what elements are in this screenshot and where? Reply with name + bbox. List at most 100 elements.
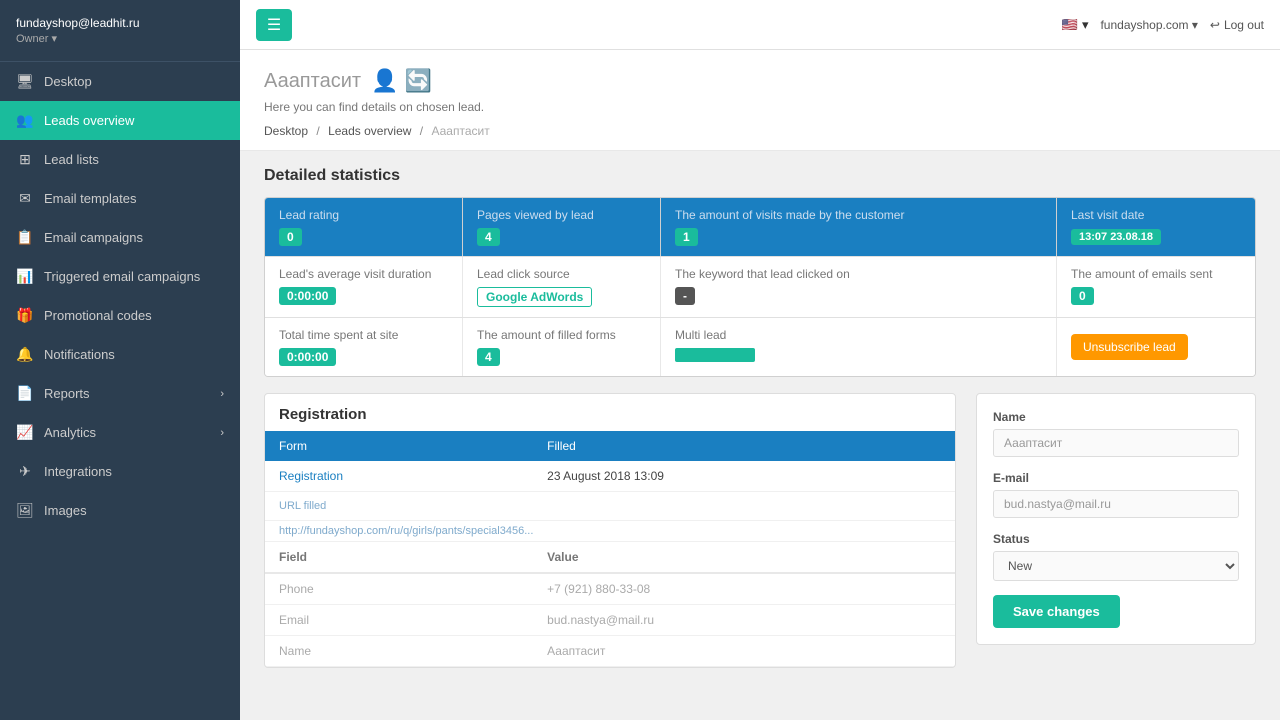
promo-codes-icon: 🎁 (16, 307, 34, 324)
sidebar-item-analytics[interactable]: 📈 Analytics › (0, 413, 240, 452)
breadcrumb-desktop[interactable]: Desktop (264, 124, 308, 138)
sidebar-item-leads-overview[interactable]: 👥 Leads overview (0, 101, 240, 140)
multi-lead-bar (675, 348, 755, 362)
email-input[interactable] (993, 490, 1239, 518)
menu-button[interactable]: ☰ (256, 9, 292, 41)
stats-label: Pages viewed by lead (477, 208, 646, 222)
field-value: Аааптасит (533, 636, 955, 667)
cell-label: Lead click source (477, 267, 646, 281)
breadcrumb-current: Аааптасит (431, 124, 489, 138)
reports-icon: 📄 (16, 385, 34, 402)
sidebar-item-label: Lead lists (44, 152, 224, 167)
topbar: ☰ 🇺🇸 ▾ fundayshop.com ▾ ↩ Log out (240, 0, 1280, 50)
flag-icon: 🇺🇸 (1062, 17, 1078, 33)
status-label: Status (993, 532, 1239, 546)
breadcrumb-sep1: / (316, 124, 319, 138)
refresh-icon[interactable]: 🔄 (404, 68, 431, 94)
email-templates-icon: ✉ (16, 190, 34, 207)
main-area: ☰ 🇺🇸 ▾ fundayshop.com ▾ ↩ Log out Ааапта… (240, 0, 1280, 720)
stats-cell-lead-rating: Lead rating 0 (265, 198, 463, 256)
domain-selector[interactable]: fundayshop.com ▾ (1100, 18, 1197, 32)
breadcrumb-sep2: / (420, 124, 423, 138)
field-col-header: Field (265, 542, 533, 574)
user-role[interactable]: Owner ▾ (16, 32, 224, 45)
breadcrumb-leads-overview[interactable]: Leads overview (328, 124, 411, 138)
stats-section: Detailed statistics Lead rating 0 Pages … (240, 151, 1280, 393)
reports-arrow: › (220, 388, 224, 400)
name-field-group: Name (993, 410, 1239, 457)
cell-label: Multi lead (675, 328, 1042, 342)
cell-label: The amount of emails sent (1071, 267, 1241, 281)
flag-arrow: ▾ (1082, 17, 1089, 33)
registration-title: Registration (265, 394, 955, 431)
stats-value-badge: 0:00:00 (279, 348, 336, 366)
stats-value-badge: 0 (1071, 287, 1094, 305)
sidebar-item-desktop[interactable]: 🖥 Desktop (0, 62, 240, 101)
cell-label: The amount of filled forms (477, 328, 646, 342)
sidebar-item-promotional-codes[interactable]: 🎁 Promotional codes (0, 296, 240, 335)
stats-value-badge: 4 (477, 348, 500, 366)
stats-cell-visits: The amount of visits made by the custome… (661, 198, 1057, 256)
desktop-icon: 🖥 (16, 73, 34, 90)
name-input[interactable] (993, 429, 1239, 457)
page-header-icons: 👤 🔄 (371, 68, 432, 94)
value-col-header: Value (533, 542, 955, 574)
sidebar-item-integrations[interactable]: ✈ Integrations (0, 452, 240, 491)
stats-cell-multi-lead: Multi lead (661, 318, 1057, 376)
language-selector[interactable]: 🇺🇸 ▾ (1062, 17, 1089, 33)
table-row: Email bud.nastya@mail.ru (265, 605, 955, 636)
field-name: Phone (265, 573, 533, 605)
content: Аааптасит 👤 🔄 Here you can find details … (240, 50, 1280, 720)
sidebar-item-email-campaigns[interactable]: 📋 Email campaigns (0, 218, 240, 257)
right-panel: Name E-mail Status New In progress Done (976, 393, 1256, 668)
stats-cell-unsubscribe: Unsubscribe lead (1057, 318, 1255, 376)
sidebar-item-reports[interactable]: 📄 Reports › (0, 374, 240, 413)
page-header-top: Аааптасит 👤 🔄 (264, 68, 1256, 94)
analytics-arrow: › (220, 427, 224, 439)
reg-form-link: Registration (265, 461, 533, 492)
stats-value-badge: 4 (477, 228, 500, 246)
registration-link[interactable]: Registration (279, 469, 343, 483)
lead-lists-icon: ⊞ (16, 151, 34, 168)
sidebar-item-label: Integrations (44, 464, 224, 479)
stats-title: Detailed statistics (264, 167, 1256, 185)
sidebar: fundayshop@leadhit.ru Owner ▾ 🖥 Desktop … (0, 0, 240, 720)
status-select[interactable]: New In progress Done Rejected (993, 551, 1239, 581)
reg-filled-date: 23 August 2018 13:09 (533, 461, 955, 492)
page-description: Here you can find details on chosen lead… (264, 100, 1256, 114)
stats-cell-last-visit: Last visit date 13:07 23.08.18 (1057, 198, 1255, 256)
unsubscribe-button[interactable]: Unsubscribe lead (1071, 334, 1188, 360)
sidebar-item-label: Desktop (44, 74, 224, 89)
sidebar-item-label: Analytics (44, 425, 210, 440)
sidebar-nav: 🖥 Desktop 👥 Leads overview ⊞ Lead lists … (0, 62, 240, 720)
user-icon[interactable]: 👤 (371, 68, 398, 94)
registration-table: Form Filled Registration 23 August 2018 … (265, 431, 955, 667)
stats-value-badge: 13:07 23.08.18 (1071, 229, 1161, 245)
topbar-right: 🇺🇸 ▾ fundayshop.com ▾ ↩ Log out (1062, 17, 1264, 33)
email-campaigns-icon: 📋 (16, 229, 34, 246)
save-changes-button[interactable]: Save changes (993, 595, 1120, 628)
stats-cell-emails-sent: The amount of emails sent 0 (1057, 257, 1255, 317)
logout-button[interactable]: ↩ Log out (1210, 18, 1264, 32)
breadcrumb: Desktop / Leads overview / Аааптасит (264, 124, 1256, 138)
stats-grid: Lead rating 0 Pages viewed by lead 4 The… (264, 197, 1256, 377)
email-label: E-mail (993, 471, 1239, 485)
logout-icon: ↩ (1210, 18, 1220, 32)
url-row: URL filled (265, 492, 955, 521)
sidebar-item-images[interactable]: 🖼 Images (0, 491, 240, 530)
sidebar-item-email-templates[interactable]: ✉ Email templates (0, 179, 240, 218)
url-label: URL filled (265, 492, 533, 521)
page-title: Аааптасит (264, 70, 361, 93)
stats-cell-click-source: Lead click source Google AdWords (463, 257, 661, 317)
registration-table-wrap: Registration Form Filled Registration 23… (264, 393, 956, 668)
sidebar-item-lead-lists[interactable]: ⊞ Lead lists (0, 140, 240, 179)
right-panel-inner: Name E-mail Status New In progress Done (976, 393, 1256, 645)
sidebar-item-triggered-email[interactable]: 📊 Triggered email campaigns (0, 257, 240, 296)
sidebar-item-label: Promotional codes (44, 308, 224, 323)
table-row: Name Аааптасит (265, 636, 955, 667)
cell-label: Total time spent at site (279, 328, 448, 342)
field-value: +7 (921) 880-33-08 (533, 573, 955, 605)
stats-cell-pages-viewed: Pages viewed by lead 4 (463, 198, 661, 256)
sidebar-item-notifications[interactable]: 🔔 Notifications (0, 335, 240, 374)
url-value (533, 492, 955, 521)
